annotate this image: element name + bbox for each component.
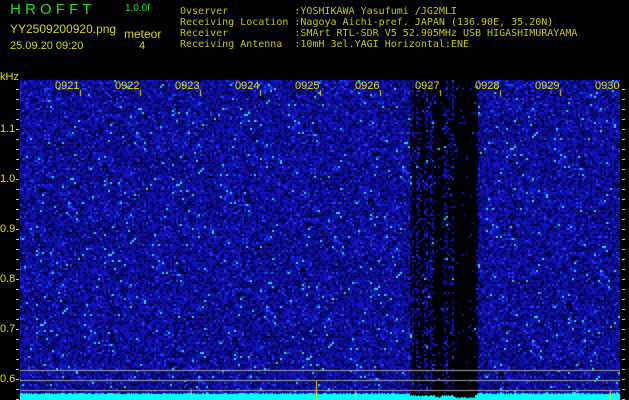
info-label: Receiving Location bbox=[180, 17, 295, 28]
info-line: Ovserver :YOSHIKAWA Yasufumi /JG2MLI bbox=[180, 6, 457, 17]
info-value: :SMArt RTL-SDR V5 52.905MHz USB HIGASHIM… bbox=[294, 28, 578, 39]
time-label: 0928 bbox=[475, 80, 500, 92]
info-label: Receiver bbox=[180, 28, 295, 39]
info-value: :10mH 3el.YAGI Horizontal:ENE bbox=[294, 39, 469, 50]
version: 1.0.0f bbox=[125, 3, 151, 14]
info-label: Ovserver bbox=[180, 6, 295, 17]
y-tick-label: 1.0 bbox=[0, 173, 16, 185]
info-value: :Nagoya Aichi-pref. JAPAN (136.90E, 35.2… bbox=[294, 17, 554, 28]
time-label: 0930 bbox=[595, 80, 620, 92]
y-tick-label: 0.9 bbox=[0, 223, 16, 235]
info-line: Receiver :SMArt RTL-SDR V5 52.905MHz USB… bbox=[180, 28, 577, 39]
y-axis-ticks-left bbox=[16, 80, 19, 400]
info-value: :YOSHIKAWA Yasufumi /JG2MLI bbox=[294, 6, 457, 17]
info-label: Receiving Antenna bbox=[180, 39, 295, 50]
time-label: 0927 bbox=[415, 80, 440, 92]
y-tick-label: 1.1 bbox=[0, 123, 16, 135]
time-label: 0925 bbox=[295, 80, 320, 92]
time-label: 0929 bbox=[535, 80, 560, 92]
meteor-label: meteor bbox=[124, 27, 162, 41]
info-line: Receiving Location :Nagoya Aichi-pref. J… bbox=[180, 17, 553, 28]
time-label: 0924 bbox=[235, 80, 260, 92]
y-tick-label: 0.7 bbox=[0, 323, 16, 335]
time-label: 0921 bbox=[55, 80, 80, 92]
time-label: 0923 bbox=[175, 80, 200, 92]
app-title: H R O F F T bbox=[10, 1, 92, 18]
y-axis-ticks-right bbox=[622, 80, 625, 400]
meteor-count: 4 bbox=[139, 40, 146, 52]
datetime: 25.09.20 09:20 bbox=[10, 40, 84, 52]
time-label: 0922 bbox=[115, 80, 140, 92]
filename: YY2509200920.png bbox=[10, 22, 117, 36]
y-tick-label: 0.8 bbox=[0, 273, 16, 285]
time-label: 0926 bbox=[355, 80, 380, 92]
info-line: Receiving Antenna :10mH 3el.YAGI Horizon… bbox=[180, 39, 469, 50]
y-tick-label: 0.6 bbox=[0, 373, 16, 385]
spectrogram bbox=[20, 80, 620, 400]
